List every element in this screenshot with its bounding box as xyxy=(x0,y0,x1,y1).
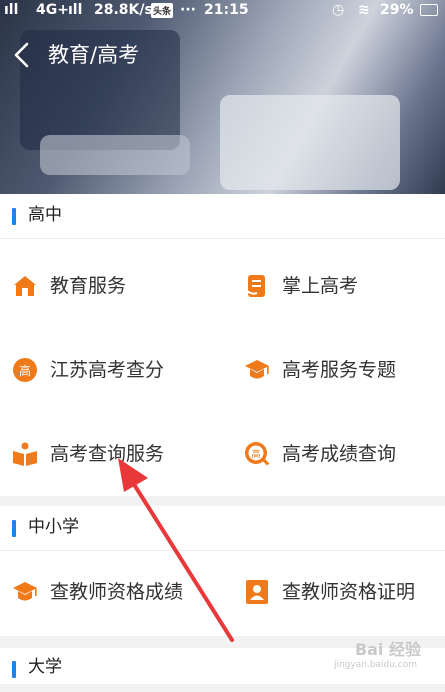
menu-item-teacher-qualification-certificate[interactable]: 查教师资格证明 xyxy=(244,551,445,635)
chevron-left-icon xyxy=(14,42,29,68)
signal-icon: ıll xyxy=(4,2,19,18)
status-bar: ıll 4G+ ıll 28.8K/s 头条 ··· 21:15 ◷ ≋ 29% xyxy=(0,0,445,22)
section-accent-bar xyxy=(12,208,16,225)
battery-percent: 29% xyxy=(380,2,414,18)
menu-item-mobile-gaokao[interactable]: 掌上高考 xyxy=(244,245,445,329)
menu-item-label: 高考成绩查询 xyxy=(282,443,397,465)
clock: 21:15 xyxy=(204,2,249,18)
signal-icon-2: ıll xyxy=(68,2,83,18)
banner-photo-desk xyxy=(40,135,190,175)
section-header: 中小学 xyxy=(0,506,445,551)
grid-row: 查教师资格成绩 查教师资格证明 xyxy=(0,551,445,635)
menu-item-label: 掌上高考 xyxy=(282,275,359,297)
gao-glyph: 高 xyxy=(251,448,260,460)
menu-item-label: 江苏高考查分 xyxy=(50,359,165,381)
menu-item-jiangsu-score[interactable]: 高 江苏高考查分 xyxy=(12,329,222,413)
watermark-url: jingyan.baidu.com xyxy=(333,660,417,670)
more-notifications: ··· xyxy=(180,2,196,18)
menu-item-teacher-qualification-score[interactable]: 查教师资格成绩 xyxy=(12,551,222,635)
header-banner: ıll 4G+ ıll 28.8K/s 头条 ··· 21:15 ◷ ≋ 29%… xyxy=(0,0,445,194)
section-title: 高中 xyxy=(28,205,62,225)
section-accent-bar xyxy=(12,520,16,537)
page-title: 教育/高考 xyxy=(48,43,140,67)
menu-item-gaokao-topics[interactable]: 高考服务专题 xyxy=(244,329,445,413)
menu-item-label: 高考查询服务 xyxy=(50,443,165,465)
gao-search-icon: 高 xyxy=(245,442,270,466)
grid-row: 教育服务 掌上高考 xyxy=(0,245,445,329)
section-title: 大学 xyxy=(28,657,62,677)
wifi-icon: ≋ xyxy=(358,2,370,18)
app-notification-badge: 头条 xyxy=(151,3,174,18)
menu-item-gaokao-query-services[interactable]: 高考查询服务 xyxy=(12,413,222,497)
grid-row: 高 江苏高考查分 高考服务专题 xyxy=(0,329,445,413)
menu-item-education-services[interactable]: 教育服务 xyxy=(12,245,222,329)
alarm-icon: ◷ xyxy=(332,2,345,18)
gao-glyph: 高 xyxy=(19,363,31,378)
gao-badge-icon: 高 xyxy=(13,358,37,382)
section-high-school: 高中 教育服务 掌上高考 高 江苏高考查分 高考服务专题 高考查询服务 高 高考… xyxy=(0,194,445,496)
net-speed: 28.8K/s xyxy=(94,2,153,18)
banner-photo-figure xyxy=(220,95,400,190)
graduation-cap-icon xyxy=(13,582,37,601)
menu-item-gaokao-scores[interactable]: 高 高考成绩查询 xyxy=(244,413,445,497)
phone-book-icon xyxy=(245,275,265,297)
menu-item-label: 查教师资格证明 xyxy=(282,581,416,603)
house-icon xyxy=(14,276,36,296)
open-book-icon xyxy=(13,442,37,466)
graduation-cap-icon xyxy=(245,360,269,379)
grid-row: 高考查询服务 高 高考成绩查询 xyxy=(0,413,445,497)
battery-icon xyxy=(420,4,438,16)
menu-item-label: 查教师资格成绩 xyxy=(50,581,184,603)
watermark-logo: Bai 经验 xyxy=(354,640,421,659)
section-primary-secondary: 中小学 查教师资格成绩 查教师资格证明 xyxy=(0,506,445,636)
id-card-icon xyxy=(246,580,268,604)
menu-item-label: 教育服务 xyxy=(50,275,127,297)
section-header: 高中 xyxy=(0,194,445,239)
back-button[interactable] xyxy=(10,40,36,70)
menu-item-label: 高考服务专题 xyxy=(282,359,397,381)
network-type: 4G+ xyxy=(36,2,69,18)
section-title: 中小学 xyxy=(28,517,79,537)
section-accent-bar xyxy=(12,661,16,678)
